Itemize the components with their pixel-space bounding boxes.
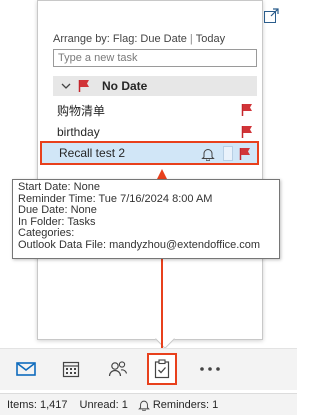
- flag-icon[interactable]: [241, 103, 253, 117]
- status-reminders-label: Reminders: 1: [152, 398, 219, 411]
- task-tooltip: Start Date: None Reminder Time: Tue 7/16…: [12, 179, 280, 259]
- bell-icon: [138, 400, 150, 411]
- task-title: birthday: [57, 125, 100, 139]
- people-icon: [108, 361, 128, 377]
- task-title: 购物清单: [57, 103, 106, 118]
- nav-mail[interactable]: [13, 356, 39, 382]
- arrange-by-label[interactable]: Arrange by: Flag: Due Date: [53, 33, 187, 45]
- status-items-count: Items: 1,417: [7, 398, 68, 411]
- flag-icon[interactable]: [241, 125, 253, 139]
- task-row[interactable]: 购物清单: [53, 99, 259, 121]
- more-icon: [200, 367, 220, 371]
- status-bar: Items: 1,417 Unread: 1 Reminders: 1: [0, 393, 297, 415]
- status-reminders[interactable]: Reminders: 1: [138, 399, 218, 411]
- new-task-input[interactable]: Type a new task: [53, 49, 257, 67]
- mail-icon: [16, 362, 36, 376]
- nav-calendar[interactable]: [58, 356, 84, 382]
- nav-more[interactable]: [197, 356, 223, 382]
- task-row[interactable]: birthday: [53, 121, 259, 143]
- bell-icon: [201, 149, 215, 161]
- arrange-view-label[interactable]: Today: [196, 33, 225, 45]
- tooltip-start-date: Start Date: None: [18, 181, 100, 193]
- nav-tasks[interactable]: [147, 353, 177, 385]
- status-unread-count: Unread: 1: [79, 398, 128, 411]
- category-box[interactable]: [223, 146, 233, 161]
- arrange-separator: |: [189, 33, 193, 45]
- task-row-selected[interactable]: Recall test 2: [40, 141, 259, 165]
- chevron-down-icon[interactable]: [61, 81, 71, 91]
- flag-icon: [78, 80, 89, 92]
- group-header-no-date[interactable]: No Date: [53, 76, 257, 96]
- tooltip-data-file: Outlook Data File: mandyzhou@extendoffic…: [18, 238, 261, 251]
- bottom-navigation: [0, 348, 297, 390]
- tasks-icon: [154, 359, 170, 379]
- arrange-by-bar[interactable]: Arrange by: Flag: Due Date | Today: [53, 32, 257, 46]
- group-label: No Date: [102, 79, 148, 93]
- popout-icon[interactable]: [263, 8, 279, 24]
- nav-people[interactable]: [105, 356, 131, 382]
- flag-icon[interactable]: [239, 147, 251, 161]
- calendar-icon: [62, 361, 80, 378]
